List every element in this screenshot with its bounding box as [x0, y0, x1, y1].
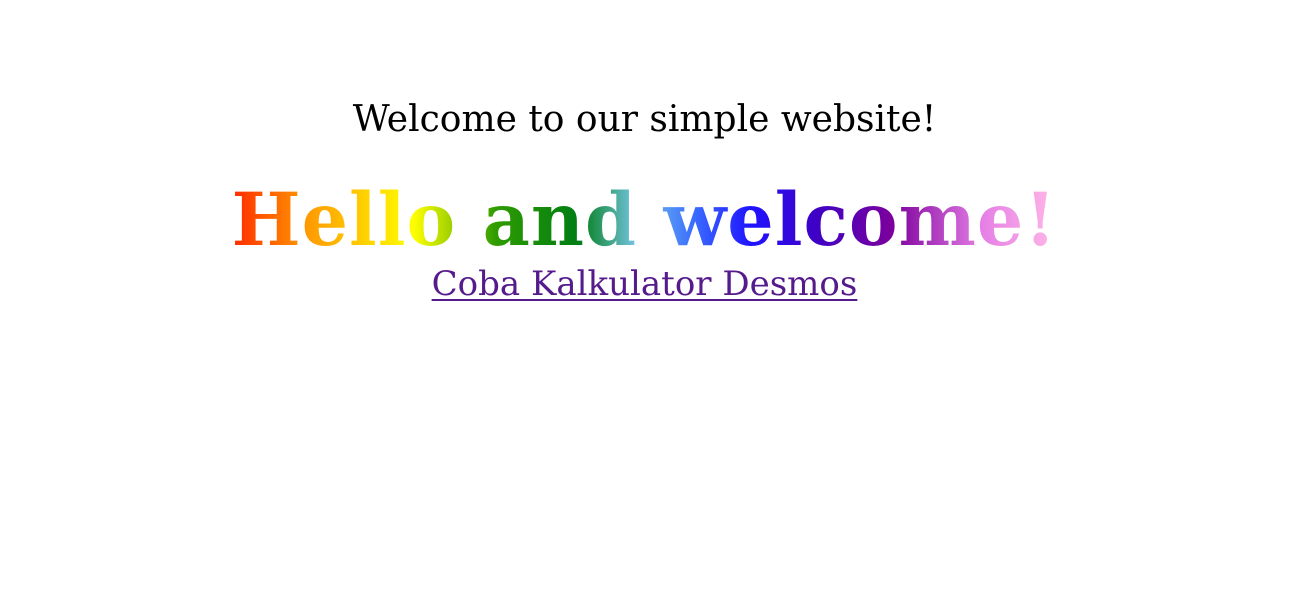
rainbow-heading-text: Hello and welcome!	[231, 177, 1058, 263]
welcome-text: Welcome to our simple website!	[352, 99, 937, 140]
link-row: Coba Kalkulator Desmos	[0, 262, 1289, 306]
rainbow-heading: Hello and welcome!	[0, 178, 1289, 262]
page: Welcome to our simple website! Hello and…	[0, 0, 1289, 613]
desmos-calculator-link[interactable]: Coba Kalkulator Desmos	[432, 264, 858, 304]
